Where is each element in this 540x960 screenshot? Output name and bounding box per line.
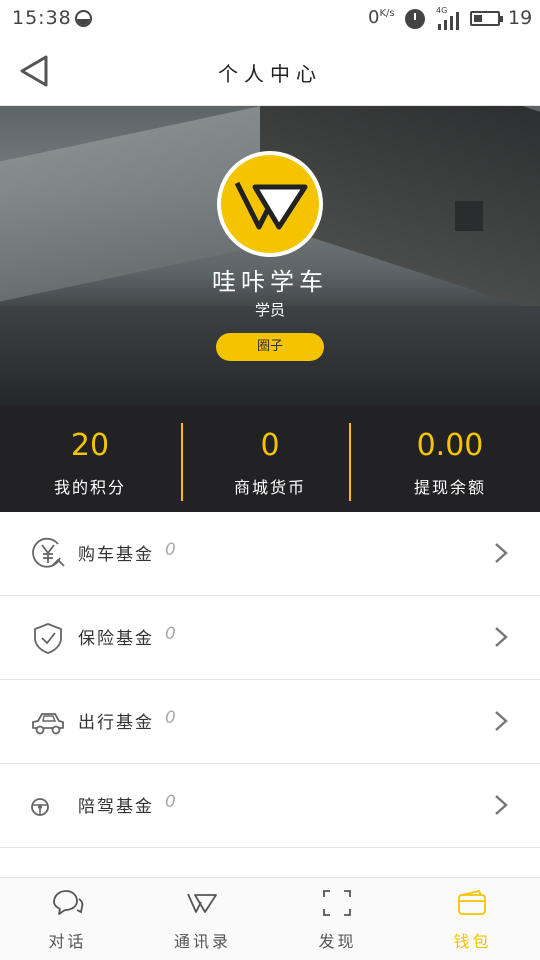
stat-value: 0 bbox=[260, 428, 280, 463]
stat-points[interactable]: 20 我的积分 bbox=[0, 406, 180, 512]
list-item-label: 陪驾基金 bbox=[78, 797, 154, 817]
list-item-amount: 0 bbox=[165, 540, 176, 560]
status-time: 15:38 bbox=[12, 7, 72, 29]
chevron-right-icon bbox=[495, 627, 508, 647]
list-item-label: 购车基金 bbox=[78, 545, 154, 565]
signal-icon: 4G bbox=[436, 6, 460, 30]
alarm-icon bbox=[405, 9, 425, 29]
shield-check-icon bbox=[34, 623, 62, 654]
tab-label: 发现 bbox=[318, 932, 357, 951]
stat-label: 提现余额 bbox=[413, 478, 486, 497]
chevron-right-icon bbox=[495, 711, 508, 731]
tab-label: 对话 bbox=[48, 932, 87, 951]
profile-role: 学员 bbox=[254, 301, 285, 319]
stat-mall-currency[interactable]: 0 商城货币 bbox=[180, 406, 360, 512]
header: 个人中心 bbox=[0, 36, 540, 106]
list-item-amount: 0 bbox=[165, 624, 176, 644]
tab-chat[interactable]: 对话 bbox=[0, 878, 135, 960]
page-title: 个人中心 bbox=[218, 62, 322, 86]
battery-icon bbox=[470, 11, 503, 26]
stat-label: 我的积分 bbox=[53, 478, 126, 497]
yen-coin-icon bbox=[32, 537, 65, 568]
chevron-right-icon bbox=[495, 795, 508, 815]
steering-wheel-icon bbox=[31, 798, 49, 816]
avatar[interactable] bbox=[217, 151, 323, 257]
profile-name: 哇咔学车 bbox=[212, 268, 328, 296]
stat-value: 20 bbox=[70, 428, 110, 463]
stat-balance[interactable]: 0.00 提现余额 bbox=[360, 406, 540, 512]
circle-button[interactable]: 圈子 bbox=[216, 333, 324, 361]
wakka-logo-icon bbox=[187, 893, 217, 913]
list-item-label: 保险基金 bbox=[78, 629, 154, 649]
stats-panel: 20 我的积分 0 商城货币 0.00 提现余额 bbox=[0, 406, 540, 512]
scan-frame-icon bbox=[323, 890, 351, 916]
chevron-right-icon bbox=[495, 543, 508, 563]
stat-divider bbox=[349, 423, 351, 501]
list-item-insurance-fund[interactable]: 保险基金 0 bbox=[0, 596, 540, 680]
status-bar: 15:38 0K/s 4G 19 bbox=[0, 0, 540, 36]
bottom-tab-bar: 对话 通讯录 发现 钱包 bbox=[0, 877, 540, 960]
tab-discover[interactable]: 发现 bbox=[270, 878, 405, 960]
tab-label: 通讯录 bbox=[173, 932, 231, 951]
list-item-car-fund[interactable]: 购车基金 0 bbox=[0, 512, 540, 596]
list-item-amount: 0 bbox=[165, 792, 176, 812]
tab-label: 钱包 bbox=[453, 932, 492, 951]
wakka-logo-icon bbox=[234, 181, 308, 230]
signal-type: 4G bbox=[436, 6, 448, 15]
tab-contacts[interactable]: 通讯录 bbox=[135, 878, 270, 960]
list-item-travel-fund[interactable]: 出行基金 0 bbox=[0, 680, 540, 764]
do-not-disturb-icon bbox=[75, 10, 92, 27]
list-item-amount: 0 bbox=[165, 708, 176, 728]
battery-level: 19 bbox=[508, 7, 533, 29]
list-item-driving-fund[interactable]: 陪驾基金 0 bbox=[0, 764, 540, 848]
wallet-icon bbox=[458, 889, 486, 915]
stat-label: 商城货币 bbox=[233, 478, 306, 497]
stat-value: 0.00 bbox=[416, 428, 484, 463]
list-item-label: 出行基金 bbox=[78, 713, 154, 733]
tab-wallet[interactable]: 钱包 bbox=[405, 878, 540, 960]
network-speed: 0K/s bbox=[368, 7, 395, 28]
chat-bubbles-icon bbox=[53, 890, 84, 915]
car-icon bbox=[32, 713, 64, 735]
